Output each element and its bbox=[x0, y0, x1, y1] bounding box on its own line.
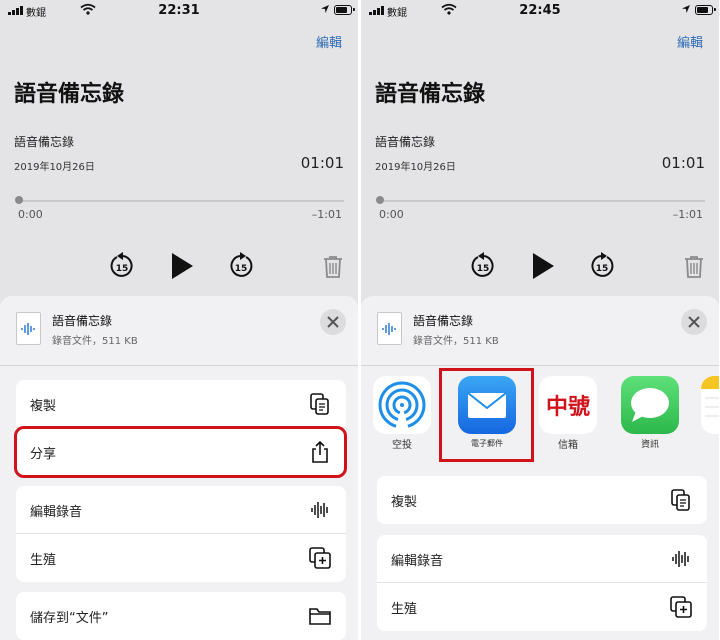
status-bar: 數錕 22:31 bbox=[0, 0, 358, 22]
action-label: 編輯錄音 bbox=[30, 505, 83, 520]
sheet-header: 語音備忘錄 錄音文件，511 KB bbox=[0, 296, 358, 366]
app-label: 空投 bbox=[392, 440, 412, 451]
action-label: 編輯錄音 bbox=[391, 554, 444, 569]
app-icon-text: 中號 bbox=[545, 395, 590, 420]
right-screenshot: 數錕 22:45 編輯 語音備忘錄 語音備忘錄 2019年10月26日 01:0… bbox=[361, 0, 719, 640]
action-copy[interactable]: 複製 bbox=[16, 380, 346, 428]
close-icon bbox=[327, 316, 339, 328]
airdrop-icon bbox=[373, 376, 431, 434]
location-arrow-icon bbox=[321, 5, 329, 13]
recording-duration: 01:01 bbox=[661, 154, 705, 172]
play-icon[interactable] bbox=[530, 252, 556, 280]
left-screenshot: 數錕 22:31 編輯 語音備忘錄 語音備忘錄 2019年10月26日 01:0… bbox=[0, 0, 358, 640]
skip-forward-15-icon[interactable]: 15 bbox=[228, 252, 254, 280]
remaining-time: –1:01 bbox=[672, 208, 703, 221]
edit-button[interactable]: 編輯 bbox=[677, 32, 703, 51]
copy-icon bbox=[310, 393, 329, 415]
action-group-1: 複製 分享 bbox=[16, 380, 346, 476]
playback-scrubber[interactable] bbox=[15, 196, 23, 204]
file-subtitle: 錄音文件，511 KB bbox=[413, 336, 499, 347]
folder-icon bbox=[309, 608, 331, 625]
recording-name: 語音備忘錄 bbox=[14, 135, 75, 149]
close-icon bbox=[688, 316, 700, 328]
action-share[interactable]: 分享 bbox=[16, 428, 346, 476]
play-icon[interactable] bbox=[169, 252, 195, 280]
trash-icon[interactable] bbox=[683, 255, 705, 279]
duplicate-icon bbox=[309, 547, 331, 569]
recording-date: 2019年10月26日 bbox=[14, 162, 95, 173]
action-save-to-files[interactable]: 儲存到“文件” bbox=[16, 592, 346, 640]
action-edit-recording[interactable]: 編輯錄音 bbox=[16, 486, 346, 534]
app-label: 資訊 bbox=[640, 440, 659, 450]
skip-forward-label: 15 bbox=[596, 264, 609, 274]
copy-icon bbox=[671, 489, 690, 511]
action-group-2: 編輯錄音 生殖 bbox=[377, 535, 707, 631]
sheet-header: 語音備忘錄 錄音文件，511 KB bbox=[361, 296, 719, 366]
audio-file-icon bbox=[377, 312, 402, 345]
app-zhonghao[interactable]: 中號 信箱 bbox=[537, 376, 599, 451]
zhonghao-app-icon: 中號 bbox=[539, 376, 597, 434]
elapsed-time: 0:00 bbox=[18, 208, 43, 221]
action-label: 儲存到“文件” bbox=[30, 611, 109, 626]
action-copy[interactable]: 複製 bbox=[377, 476, 707, 524]
app-share-row: 空投 電子郵件 中號 信箱 資訊 bbox=[361, 376, 719, 456]
page-title: 語音備忘錄 bbox=[375, 82, 486, 107]
action-duplicate[interactable]: 生殖 bbox=[377, 583, 707, 631]
recording-date: 2019年10月26日 bbox=[375, 162, 456, 173]
app-messages[interactable]: 資訊 bbox=[619, 376, 681, 450]
action-group-3: 儲存到“文件” bbox=[16, 592, 346, 640]
recording-duration: 01:01 bbox=[300, 154, 344, 172]
action-label: 複製 bbox=[30, 399, 57, 414]
skip-back-label: 15 bbox=[477, 264, 490, 274]
app-notes-partial[interactable] bbox=[701, 376, 719, 434]
app-airdrop[interactable]: 空投 bbox=[371, 376, 433, 451]
share-sheet: 語音備忘錄 錄音文件，511 KB 空投 電子郵件 中號 信箱 資訊 複製 編輯… bbox=[361, 296, 719, 640]
file-title: 語音備忘錄 bbox=[52, 314, 113, 328]
share-icon bbox=[312, 440, 328, 463]
messages-icon bbox=[621, 376, 679, 434]
elapsed-time: 0:00 bbox=[379, 208, 404, 221]
app-label: 電子郵件 bbox=[471, 439, 503, 448]
action-label: 分享 bbox=[30, 447, 57, 462]
playback-track[interactable] bbox=[18, 200, 344, 202]
action-duplicate[interactable]: 生殖 bbox=[16, 534, 346, 582]
share-sheet: 語音備忘錄 錄音文件，511 KB 複製 分享 編輯錄音 生殖 儲存到“文件” bbox=[0, 296, 358, 640]
notes-icon bbox=[701, 376, 719, 434]
edit-button[interactable]: 編輯 bbox=[316, 32, 342, 51]
file-subtitle: 錄音文件，511 KB bbox=[52, 336, 138, 347]
file-title: 語音備忘錄 bbox=[413, 314, 474, 328]
playback-scrubber[interactable] bbox=[376, 196, 384, 204]
action-group-2: 編輯錄音 生殖 bbox=[16, 486, 346, 582]
audio-file-icon bbox=[16, 312, 41, 345]
skip-forward-15-icon[interactable]: 15 bbox=[589, 252, 615, 280]
skip-forward-label: 15 bbox=[235, 264, 248, 274]
mail-icon bbox=[458, 376, 516, 434]
close-button[interactable] bbox=[320, 309, 346, 335]
skip-back-label: 15 bbox=[116, 264, 129, 274]
app-label: 信箱 bbox=[558, 440, 578, 451]
recording-name: 語音備忘錄 bbox=[375, 135, 436, 149]
action-label: 複製 bbox=[391, 495, 418, 510]
action-group-1: 複製 bbox=[377, 476, 707, 524]
page-title: 語音備忘錄 bbox=[14, 82, 125, 107]
app-mail[interactable]: 電子郵件 bbox=[456, 376, 518, 449]
skip-back-15-icon[interactable]: 15 bbox=[109, 252, 135, 280]
status-bar: 數錕 22:45 bbox=[361, 0, 719, 22]
remaining-time: –1:01 bbox=[311, 208, 342, 221]
trash-icon[interactable] bbox=[322, 255, 344, 279]
battery-icon bbox=[695, 5, 716, 15]
battery-icon bbox=[334, 5, 355, 15]
playback-track[interactable] bbox=[379, 200, 705, 202]
waveform-icon bbox=[311, 502, 328, 518]
waveform-icon bbox=[672, 551, 689, 567]
status-time: 22:45 bbox=[519, 3, 561, 18]
skip-back-15-icon[interactable]: 15 bbox=[470, 252, 496, 280]
location-arrow-icon bbox=[682, 5, 690, 13]
close-button[interactable] bbox=[681, 309, 707, 335]
status-time: 22:31 bbox=[158, 3, 200, 18]
duplicate-icon bbox=[670, 596, 692, 618]
action-label: 生殖 bbox=[30, 553, 57, 568]
action-label: 生殖 bbox=[391, 602, 418, 617]
action-edit-recording[interactable]: 編輯錄音 bbox=[377, 535, 707, 583]
